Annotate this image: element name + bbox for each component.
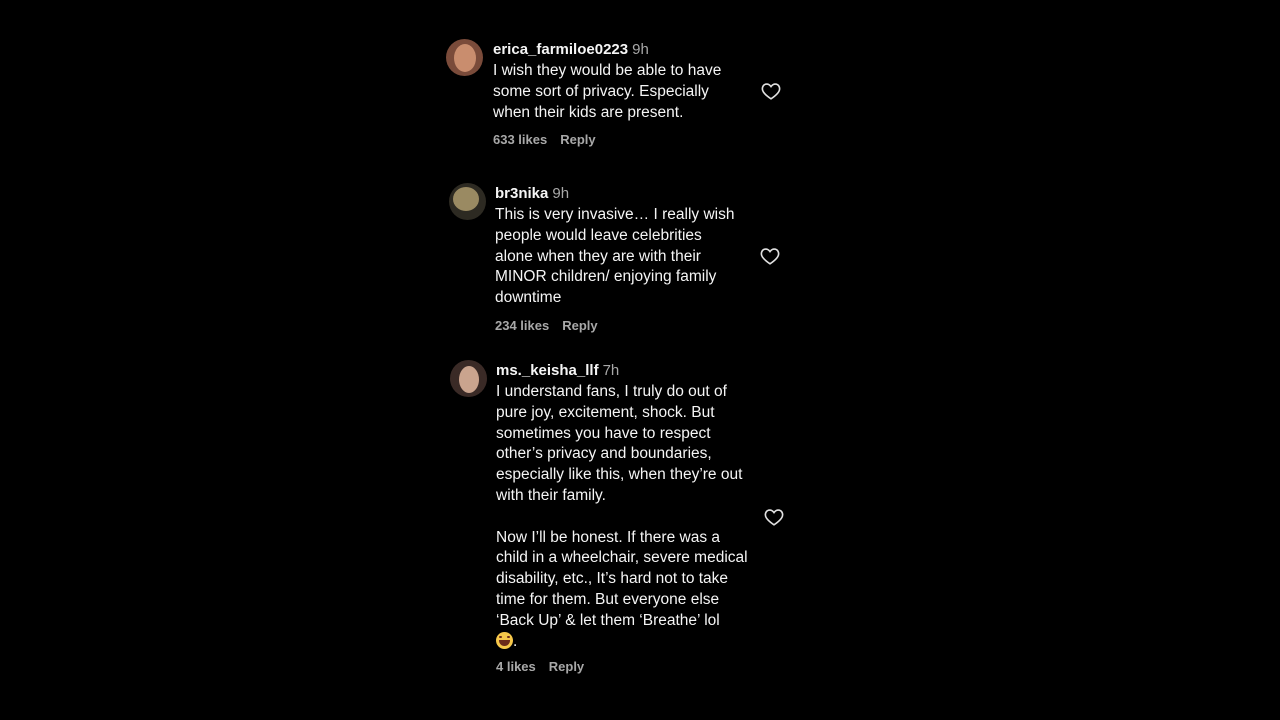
heart-outline-icon[interactable]: [761, 82, 781, 100]
comment-username[interactable]: erica_farmiloe0223: [493, 41, 628, 58]
comment-timestamp: 7h: [602, 362, 620, 379]
comment-text-body: I understand fans, I truly do out of pur…: [496, 383, 748, 629]
heart-outline-icon[interactable]: [760, 247, 780, 265]
comment-username[interactable]: ms._keisha_llf: [496, 362, 599, 379]
avatar[interactable]: [449, 183, 486, 220]
comment-like-count[interactable]: 234 likes: [495, 318, 549, 333]
reply-button[interactable]: Reply: [562, 318, 597, 333]
comment-text: This is very invasive… I really wish peo…: [495, 206, 735, 307]
comment-like-count[interactable]: 4 likes: [496, 659, 536, 674]
comment-item: ms._keisha_llf 7h I understand fans, I tr…: [450, 360, 795, 690]
comment-username[interactable]: br3nika: [495, 185, 548, 202]
heart-outline-icon[interactable]: [764, 508, 784, 526]
avatar[interactable]: [446, 39, 483, 76]
comment-like-count[interactable]: 633 likes: [493, 132, 547, 147]
avatar[interactable]: [450, 360, 487, 397]
comment-text: I wish they would be able to have some s…: [493, 62, 722, 121]
comment-item: br3nika 9h This is very invasive… I reall…: [449, 183, 794, 343]
reply-button[interactable]: Reply: [549, 659, 584, 674]
comment-text: I understand fans, I truly do out of pur…: [496, 382, 771, 652]
comments-feed: erica_farmiloe0223 9h I wish they would b…: [0, 0, 1280, 720]
comment-item: erica_farmiloe0223 9h I wish they would b…: [446, 39, 791, 159]
laughing-emoji-icon: [496, 631, 513, 649]
comment-text-tail: .: [513, 632, 518, 650]
comment-timestamp: 9h: [632, 41, 649, 58]
reply-button[interactable]: Reply: [560, 132, 595, 147]
comment-timestamp: 9h: [552, 185, 570, 202]
